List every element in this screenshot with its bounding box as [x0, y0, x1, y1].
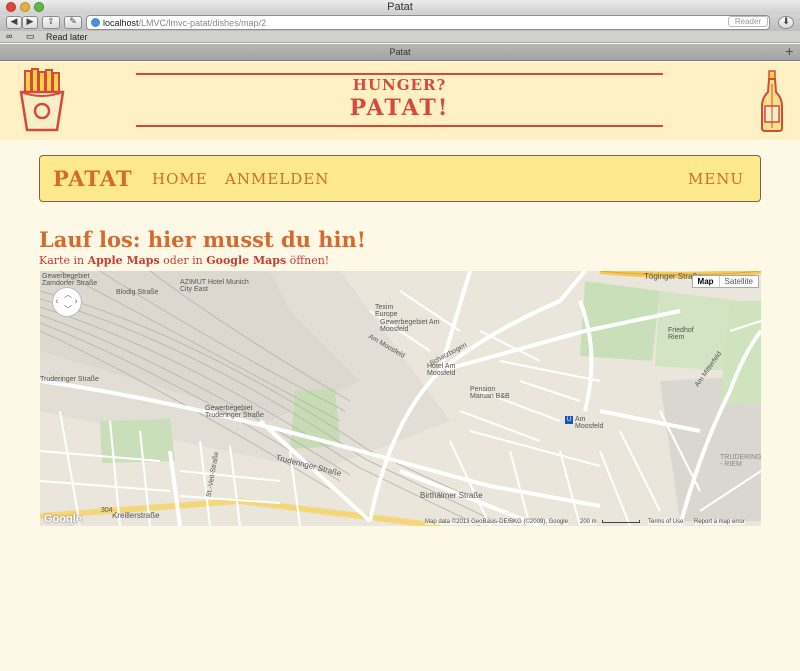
wrench-icon: ✎ — [69, 17, 77, 27]
new-tab-icon[interactable]: + — [785, 45, 794, 58]
map-terms-link[interactable]: Terms of Use — [648, 519, 684, 525]
map-links-paragraph: Karte in Apple Maps oder in Google Maps … — [39, 254, 329, 267]
nav-login-link[interactable]: ANMELDEN — [225, 170, 329, 188]
forward-arrow-icon: ▶ — [26, 17, 34, 27]
bookmarks-book-icon[interactable]: ▭ — [26, 31, 35, 42]
main-navigation: PATAT HOME ANMELDEN MENU — [39, 155, 761, 202]
map-scale-text: 200 m — [580, 519, 597, 525]
google-maps-link[interactable]: Google Maps — [206, 254, 286, 267]
map-label-trudering: TRUDERING - RIEM — [720, 454, 761, 468]
back-arrow-icon: ◀ — [10, 17, 18, 27]
address-bar[interactable]: localhost/LMVC/lmvc-patat/dishes/map/2 ↻ — [86, 15, 800, 30]
map-label-pension: Pension Maruan B&B — [470, 386, 510, 400]
tab-title: Patat — [389, 47, 411, 57]
google-logo[interactable]: Google — [44, 513, 82, 525]
ubahn-station-icon: U — [565, 416, 573, 424]
map-attribution: Map data ©2013 GeoBasis-DE/BKG (©2009), … — [425, 519, 568, 525]
fries-icon — [19, 68, 65, 132]
settings-button[interactable]: ✎ — [64, 16, 82, 29]
read-later-bookmark[interactable]: Read later — [46, 32, 88, 42]
header-rule-bottom — [136, 125, 663, 127]
pan-right-icon[interactable]: › — [74, 297, 78, 307]
page-heading: Lauf los: hier musst du hin! — [39, 227, 366, 252]
header-subtitle: HUNGER? — [352, 76, 447, 94]
reading-glasses-icon[interactable]: ∞ — [6, 31, 12, 41]
header-title: PATAT! — [349, 95, 450, 121]
forward-button[interactable]: ▶ — [22, 16, 38, 29]
pan-control[interactable]: ︿ ‹ › ﹀ — [52, 287, 82, 317]
map-label-birthalmer: Birthälmer Straße — [420, 491, 483, 500]
nav-home-link[interactable]: HOME — [152, 170, 208, 188]
pan-left-icon[interactable]: ‹ — [55, 297, 59, 307]
map-type-satellite-button[interactable]: Satellite — [720, 276, 758, 287]
map-type-map-button[interactable]: Map — [693, 276, 720, 287]
download-icon: ⬇ — [782, 17, 790, 27]
url-host: localhost — [103, 18, 139, 28]
window-titlebar: Patat — [0, 0, 800, 14]
pan-up-icon[interactable]: ︿ — [64, 289, 72, 300]
map-label-hotel-moosfeld: Hotel Am Moosfeld — [427, 363, 456, 377]
browser-toolbar: ◀ ▶ ⇪ ✎ localhost/LMVC/lmvc-patat/dishes… — [0, 14, 800, 31]
map-label-gewerbe-truderinger: Gewerbegebiet Truderinger Straße — [205, 405, 264, 419]
links-suffix-text: öffnen! — [286, 254, 330, 267]
map-footer: Google Map data ©2013 GeoBasis-DE/BKG (©… — [40, 513, 761, 526]
share-button[interactable]: ⇪ — [42, 16, 60, 29]
globe-icon — [91, 18, 100, 27]
minimize-window-button[interactable] — [20, 2, 30, 12]
map-label-texim: Texim Europe — [375, 304, 398, 318]
reader-button[interactable]: Reader — [728, 16, 768, 27]
url-path: /LMVC/lmvc-patat/dishes/map/2 — [138, 18, 267, 28]
zoom-window-button[interactable] — [34, 2, 44, 12]
map-scale-bar — [602, 520, 640, 523]
tab-patat[interactable]: Patat — [0, 44, 800, 60]
back-button[interactable]: ◀ — [6, 16, 22, 29]
ketchup-bottle-icon — [761, 70, 783, 132]
window-title: Patat — [387, 1, 413, 13]
close-window-button[interactable] — [6, 2, 16, 12]
nav-brand-link[interactable]: PATAT — [53, 166, 133, 191]
share-icon: ⇪ — [47, 17, 55, 27]
map-report-error-link[interactable]: Report a map error — [694, 519, 745, 525]
map-label-gewerbe-moosfeld: Gewerbegebiet Am Moosfeld — [380, 319, 440, 333]
nav-menu-link[interactable]: MENU — [688, 170, 744, 188]
map-label-blodig: Blodig Straße — [116, 289, 159, 296]
map-type-control: Map Satellite — [691, 275, 759, 288]
url-text: localhost/LMVC/lmvc-patat/dishes/map/2 — [103, 17, 266, 29]
map-label-gewerbe-zamdorfer: Gewerbegebiet Zamdorfer Straße — [42, 273, 98, 287]
tab-bar: Patat + — [0, 44, 800, 61]
map-label-truderinger: Truderinger Straße — [40, 376, 99, 383]
links-prefix-text: Karte in — [39, 254, 88, 267]
pan-down-icon[interactable]: ﹀ — [64, 304, 72, 315]
links-middle-text: oder in — [159, 254, 207, 267]
header-rule-top — [136, 73, 663, 75]
downloads-button[interactable]: ⬇ — [778, 16, 794, 29]
bookmarks-bar: ∞ ▭ Read later — [0, 31, 800, 43]
map-label-road-304: 304 — [100, 507, 114, 514]
apple-maps-link[interactable]: Apple Maps — [88, 254, 160, 267]
site-header: HUNGER? PATAT! — [0, 62, 800, 140]
google-map[interactable]: Töginger Straße AZIMUT Hotel Munich City… — [40, 271, 761, 526]
map-label-friedhof: Friedhof Riem — [668, 327, 694, 341]
map-label-station: Am Moosfeld — [575, 416, 604, 430]
map-label-azimut: AZIMUT Hotel Munich City East — [180, 279, 249, 293]
